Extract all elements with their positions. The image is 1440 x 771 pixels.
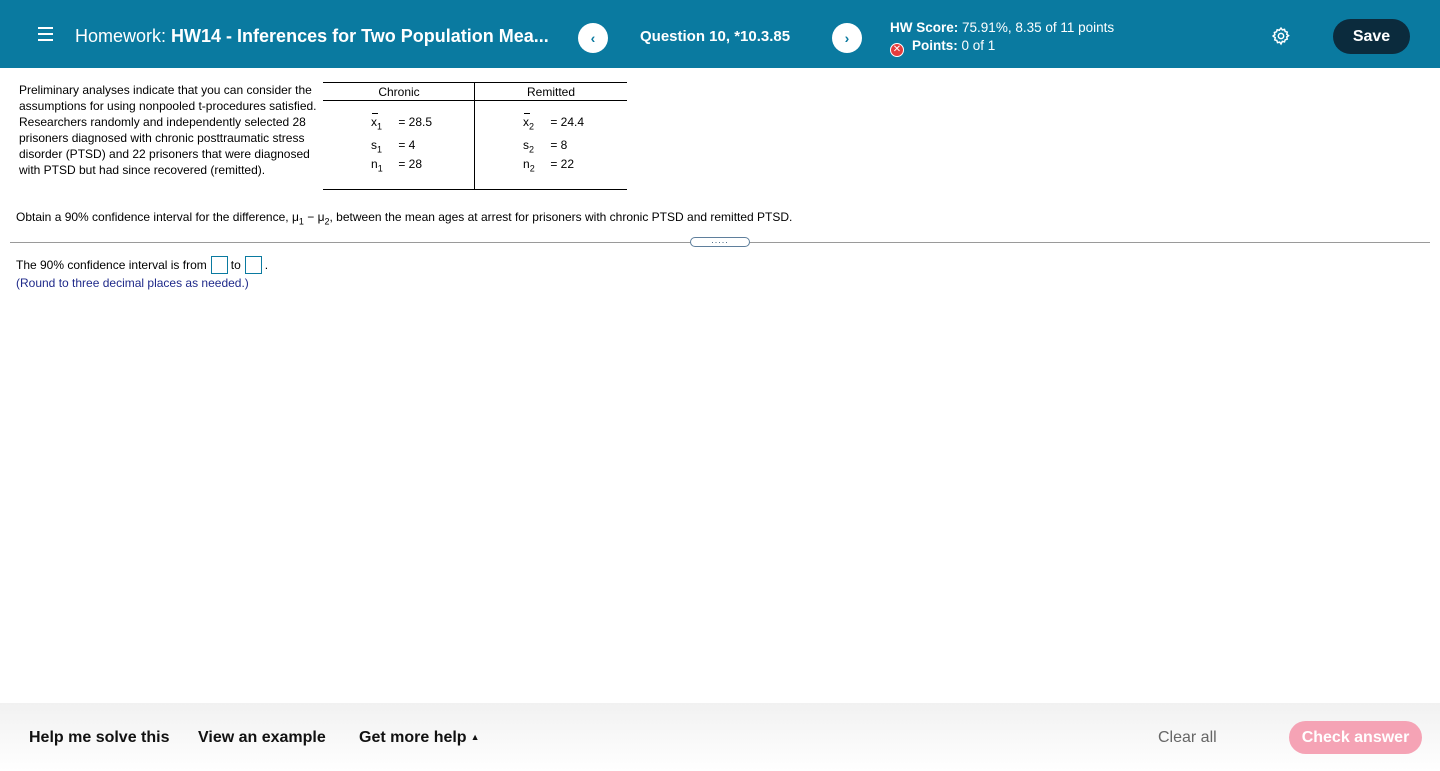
stat-n-2: n2 = 22 (523, 157, 575, 174)
incorrect-icon: ✕ (890, 43, 904, 57)
answer-line: The 90% confidence interval is from to. (16, 256, 268, 274)
score-block: HW Score: 75.91%, 8.35 of 11 points ✕ Poi… (890, 19, 1114, 57)
stat-sd-2: s2 = 8 (523, 138, 568, 155)
top-bar: Homework: HW14 - Inferences for Two Popu… (0, 0, 1440, 68)
homework-name: HW14 - Inferences for Two Population Mea… (171, 26, 549, 46)
answer-text-middle: to (230, 258, 241, 272)
gear-icon[interactable] (1271, 26, 1291, 46)
question-intro: Preliminary analyses indicate that you c… (19, 83, 317, 177)
help-me-solve-button[interactable]: Help me solve this (29, 729, 170, 747)
stat-mean-1: x1 = 28.5 (371, 113, 433, 132)
check-answer-button[interactable]: Check answer (1289, 721, 1422, 754)
upper-bound-input[interactable] (244, 256, 262, 274)
column-header-remitted: Remitted (526, 85, 576, 99)
menu-icon[interactable] (38, 27, 53, 41)
footer-bar: Help me solve this View an example Get m… (0, 703, 1440, 771)
view-example-button[interactable]: View an example (198, 729, 326, 747)
clear-all-button[interactable]: Clear all (1158, 729, 1217, 747)
stat-n-1: n1 = 28 (371, 157, 423, 174)
previous-question-button[interactable]: ‹ (578, 23, 608, 53)
hw-score: HW Score: 75.91%, 8.35 of 11 points (890, 19, 1114, 37)
question-label: Question 10, *10.3.85 (640, 28, 791, 45)
get-more-help-button[interactable]: Get more help ▲ (359, 729, 480, 747)
stat-mean-2: x2 = 24.4 (523, 113, 585, 132)
table-header: Chronic Remitted (323, 83, 627, 101)
resize-handle[interactable]: ..... (690, 236, 750, 247)
stat-sd-1: s1 = 4 (371, 138, 416, 155)
answer-text-before: The 90% confidence interval is from (16, 258, 207, 272)
homework-prefix: Homework: (75, 26, 167, 46)
points-label: Points: (912, 38, 958, 53)
hw-score-label: HW Score: (890, 20, 959, 35)
points-value: 0 of 1 (961, 38, 996, 53)
summary-statistics-table: Chronic Remitted x1 = 28.5 s1 = 4 n1 = 2… (323, 82, 627, 190)
hw-score-value: 75.91%, 8.35 of 11 points (962, 20, 1115, 35)
lower-bound-input[interactable] (210, 256, 228, 274)
question-prompt: Obtain a 90% confidence interval for the… (16, 210, 793, 227)
points: ✕ Points: 0 of 1 (890, 37, 1114, 57)
next-question-button[interactable]: › (832, 23, 862, 53)
column-header-chronic: Chronic (378, 85, 420, 99)
answer-text-after: . (264, 258, 269, 272)
caret-up-icon: ▲ (470, 732, 480, 742)
rounding-note: (Round to three decimal places as needed… (16, 276, 249, 290)
get-more-help-label: Get more help (359, 729, 467, 746)
save-button[interactable]: Save (1333, 19, 1410, 54)
homework-title: Homework: HW14 - Inferences for Two Popu… (75, 26, 565, 47)
table-divider (474, 83, 475, 190)
